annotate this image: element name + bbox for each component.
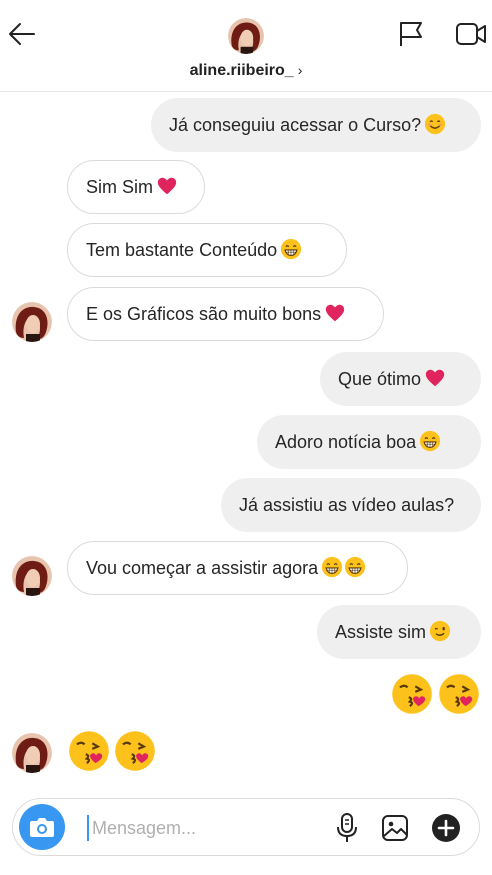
video-call-icon[interactable] bbox=[455, 20, 487, 48]
winking-face-icon bbox=[429, 620, 451, 642]
sender-avatar[interactable] bbox=[12, 302, 52, 342]
red-heart-icon bbox=[424, 367, 446, 389]
back-arrow-icon[interactable] bbox=[6, 18, 38, 50]
message-incoming-emoji[interactable] bbox=[67, 729, 159, 775]
flag-icon[interactable] bbox=[397, 20, 425, 48]
message-text: E os Gráficos são muito bons bbox=[86, 304, 322, 324]
message-text: Que ótimo bbox=[338, 369, 422, 389]
grinning-face-icon bbox=[344, 556, 366, 578]
message-text: Vou começar a assistir agora bbox=[86, 558, 319, 578]
sender-avatar[interactable] bbox=[12, 733, 52, 773]
grinning-face-icon bbox=[280, 238, 302, 260]
red-heart-icon bbox=[156, 175, 178, 197]
smiling-face-icon bbox=[424, 113, 446, 135]
face-blowing-kiss-icon bbox=[437, 672, 481, 716]
face-blowing-kiss-icon bbox=[390, 672, 434, 716]
camera-button[interactable] bbox=[19, 804, 65, 850]
message-outgoing[interactable]: Já conseguiu acessar o Curso? bbox=[151, 98, 481, 152]
grinning-face-icon bbox=[419, 430, 441, 452]
message-incoming[interactable]: Sim Sim bbox=[67, 160, 205, 214]
message-text: Adoro notícia boa bbox=[275, 432, 417, 452]
message-outgoing[interactable]: Que ótimo bbox=[320, 352, 481, 406]
red-heart-icon bbox=[324, 302, 346, 324]
message-text: Assiste sim bbox=[335, 622, 427, 642]
microphone-icon[interactable] bbox=[335, 812, 359, 844]
gallery-icon[interactable] bbox=[381, 814, 409, 842]
message-text: Tem bastante Conteúdo bbox=[86, 240, 278, 260]
message-outgoing-emoji[interactable] bbox=[390, 672, 482, 718]
face-blowing-kiss-icon bbox=[67, 729, 111, 773]
camera-icon bbox=[30, 818, 54, 837]
message-outgoing[interactable]: Assiste sim bbox=[317, 605, 481, 659]
chat-header: aline.riibeiro_ › bbox=[0, 0, 492, 92]
chevron-right-icon: › bbox=[297, 62, 303, 78]
message-text: Já conseguiu acessar o Curso? bbox=[169, 115, 422, 135]
message-text: Já assistiu as vídeo aulas? bbox=[239, 495, 455, 515]
face-blowing-kiss-icon bbox=[113, 729, 157, 773]
sender-avatar[interactable] bbox=[12, 556, 52, 596]
username-link[interactable]: aline.riibeiro_ › bbox=[0, 62, 492, 80]
add-circle-icon[interactable] bbox=[431, 813, 461, 843]
message-incoming[interactable]: Tem bastante Conteúdo bbox=[67, 223, 347, 277]
username-text: aline.riibeiro_ bbox=[189, 62, 294, 79]
message-input[interactable] bbox=[92, 813, 332, 843]
message-composer bbox=[12, 798, 480, 856]
grinning-face-icon bbox=[321, 556, 343, 578]
message-incoming[interactable]: Vou começar a assistir agora bbox=[67, 541, 408, 595]
message-text: Sim Sim bbox=[86, 177, 153, 197]
message-incoming[interactable]: E os Gráficos são muito bons bbox=[67, 287, 384, 341]
text-cursor bbox=[87, 815, 89, 841]
header-avatar[interactable] bbox=[228, 18, 264, 54]
message-outgoing[interactable]: Já assistiu as vídeo aulas? bbox=[221, 478, 481, 532]
message-outgoing[interactable]: Adoro notícia boa bbox=[257, 415, 481, 469]
